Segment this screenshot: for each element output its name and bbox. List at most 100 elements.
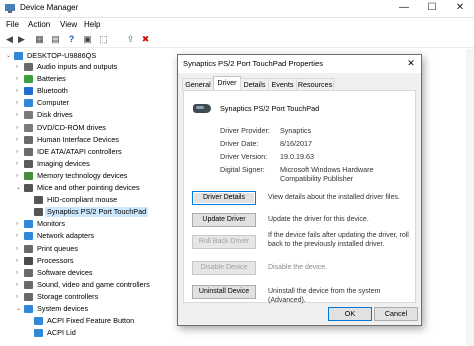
tree-item-label: Software devices	[37, 267, 93, 277]
collapse-icon[interactable]: ⌄	[16, 183, 22, 193]
menu-view[interactable]: View	[60, 20, 77, 29]
driver-details-desc: View details about the installed driver …	[268, 194, 400, 201]
show-hide-console-tree-icon[interactable]: ▦	[34, 34, 45, 45]
close-button[interactable]: ✕	[446, 0, 474, 17]
tree-item-label: ACPI Fixed Feature Button	[47, 316, 135, 326]
collapse-icon[interactable]: ⌄	[6, 51, 12, 61]
tab-resources[interactable]: Resources	[296, 78, 334, 90]
tree-item-label: Synaptics PS/2 Port TouchPad	[45, 207, 149, 218]
expand-icon[interactable]: ›	[16, 123, 22, 133]
device-category-icon	[34, 317, 43, 326]
menu-file[interactable]: File	[6, 20, 19, 29]
device-category-icon	[24, 184, 33, 192]
update-driver-button[interactable]: Update Driver	[192, 213, 256, 227]
device-category-icon	[24, 159, 33, 168]
expand-icon[interactable]: ›	[16, 268, 22, 278]
device-category-icon	[24, 232, 33, 241]
device-category-icon	[24, 99, 33, 108]
tree-item-label: System devices	[37, 304, 89, 313]
expand-icon[interactable]: ›	[16, 292, 22, 302]
device-category-icon	[24, 305, 33, 313]
tree-item-label: Sound, video and game controllers	[37, 279, 150, 289]
expand-icon[interactable]: ›	[16, 135, 22, 145]
expand-icon[interactable]: ›	[16, 147, 22, 157]
device-category-icon	[24, 87, 33, 96]
tree-item-label: Bluetooth	[37, 86, 68, 96]
title-bar: Device Manager — ☐ ✕	[0, 0, 474, 18]
dialog-title-bar: Synaptics PS/2 Port TouchPad Properties …	[178, 55, 421, 73]
tree-item-label: Monitors	[37, 219, 65, 229]
tree-item-label: Batteries	[37, 74, 66, 84]
version-value: 19.0.19.63	[280, 152, 314, 161]
help-icon[interactable]: ?	[66, 34, 77, 45]
update-driver-icon[interactable]: ▣	[82, 34, 93, 45]
window-title: Device Manager	[20, 3, 79, 12]
signer-label: Digital Signer:	[220, 165, 265, 174]
disable-device-button[interactable]: Disable Device	[192, 261, 256, 275]
expand-icon[interactable]: ›	[16, 171, 22, 181]
maximize-button[interactable]: ☐	[418, 0, 446, 17]
driver-tab-panel: Synaptics PS/2 Port TouchPad Driver Prov…	[183, 90, 416, 304]
enable-device-icon[interactable]: ⇪	[125, 34, 136, 45]
device-category-icon	[24, 171, 33, 180]
provider-value: Synaptics	[280, 126, 312, 135]
expand-icon[interactable]: ›	[16, 86, 22, 96]
expand-icon[interactable]: ›	[16, 74, 22, 84]
scan-hardware-icon[interactable]: ⬚	[98, 34, 109, 45]
device-manager-icon	[5, 4, 15, 13]
expand-icon[interactable]: ›	[16, 280, 22, 290]
expand-icon[interactable]: ›	[16, 231, 22, 241]
driver-details-button[interactable]: Driver Details	[192, 191, 256, 205]
dialog-title: Synaptics PS/2 Port TouchPad Properties	[183, 59, 323, 68]
back-icon[interactable]: ◀	[4, 34, 15, 45]
menu-action[interactable]: Action	[28, 20, 50, 29]
expand-icon[interactable]: ›	[16, 256, 22, 266]
menu-help[interactable]: Help	[84, 20, 100, 29]
properties-dialog: Synaptics PS/2 Port TouchPad Properties …	[177, 54, 422, 326]
expand-icon[interactable]: ›	[16, 219, 22, 229]
device-category-icon	[24, 268, 33, 277]
tree-item-label: Mice and other pointing devices	[37, 183, 140, 192]
tree-item-label: ACPI Lid	[47, 328, 76, 338]
roll-back-driver-button[interactable]: Roll Back Driver	[192, 235, 256, 249]
expand-icon[interactable]: ›	[16, 62, 22, 72]
expand-icon[interactable]: ›	[16, 159, 22, 169]
forward-icon[interactable]: ▶	[16, 34, 27, 45]
expand-icon[interactable]: ›	[16, 110, 22, 120]
roll-back-driver-desc: If the device fails after updating the d…	[268, 232, 409, 248]
ok-button[interactable]: OK	[328, 307, 372, 321]
update-driver-desc: Update the driver for this device.	[268, 216, 369, 223]
tab-general[interactable]: General	[182, 78, 214, 90]
collapse-icon[interactable]: ⌄	[16, 304, 22, 314]
tree-item-label: IDE ATA/ATAPI controllers	[37, 146, 122, 156]
device-category-icon	[24, 111, 33, 120]
vertical-scrollbar[interactable]	[466, 49, 474, 346]
device-category-icon	[24, 147, 33, 156]
dialog-close-button[interactable]: ✕	[405, 57, 417, 69]
touchpad-icon	[193, 104, 211, 113]
device-name: Synaptics PS/2 Port TouchPad	[220, 104, 320, 113]
device-manager-window: Device Manager — ☐ ✕ File Action View He…	[0, 0, 474, 346]
date-label: Driver Date:	[220, 139, 259, 148]
tab-driver[interactable]: Driver	[213, 76, 241, 91]
computer-icon	[14, 52, 23, 60]
toolbar: ◀ ▶ ▦ ▤ ? ▣ ⬚ ⇪ ✖	[0, 32, 474, 48]
device-category-icon	[24, 63, 33, 71]
disable-device-desc: Disable the device.	[268, 264, 328, 271]
minimize-button[interactable]: —	[390, 0, 418, 17]
version-label: Driver Version:	[220, 152, 268, 161]
expand-icon[interactable]: ›	[16, 98, 22, 108]
device-category-icon	[24, 135, 33, 144]
tab-events[interactable]: Events	[268, 78, 297, 90]
cancel-button[interactable]: Cancel	[374, 307, 418, 321]
expand-icon[interactable]: ›	[16, 244, 22, 254]
uninstall-device-icon[interactable]: ✖	[140, 34, 151, 45]
properties-icon[interactable]: ▤	[50, 34, 61, 45]
device-category-icon	[34, 329, 43, 338]
menu-bar: File Action View Help	[0, 18, 474, 32]
device-category-icon	[24, 292, 33, 301]
device-category-icon	[24, 244, 33, 253]
date-value: 8/16/2017	[280, 139, 312, 148]
uninstall-device-button[interactable]: Uninstall Device	[192, 285, 256, 299]
tab-details[interactable]: Details	[240, 78, 269, 90]
